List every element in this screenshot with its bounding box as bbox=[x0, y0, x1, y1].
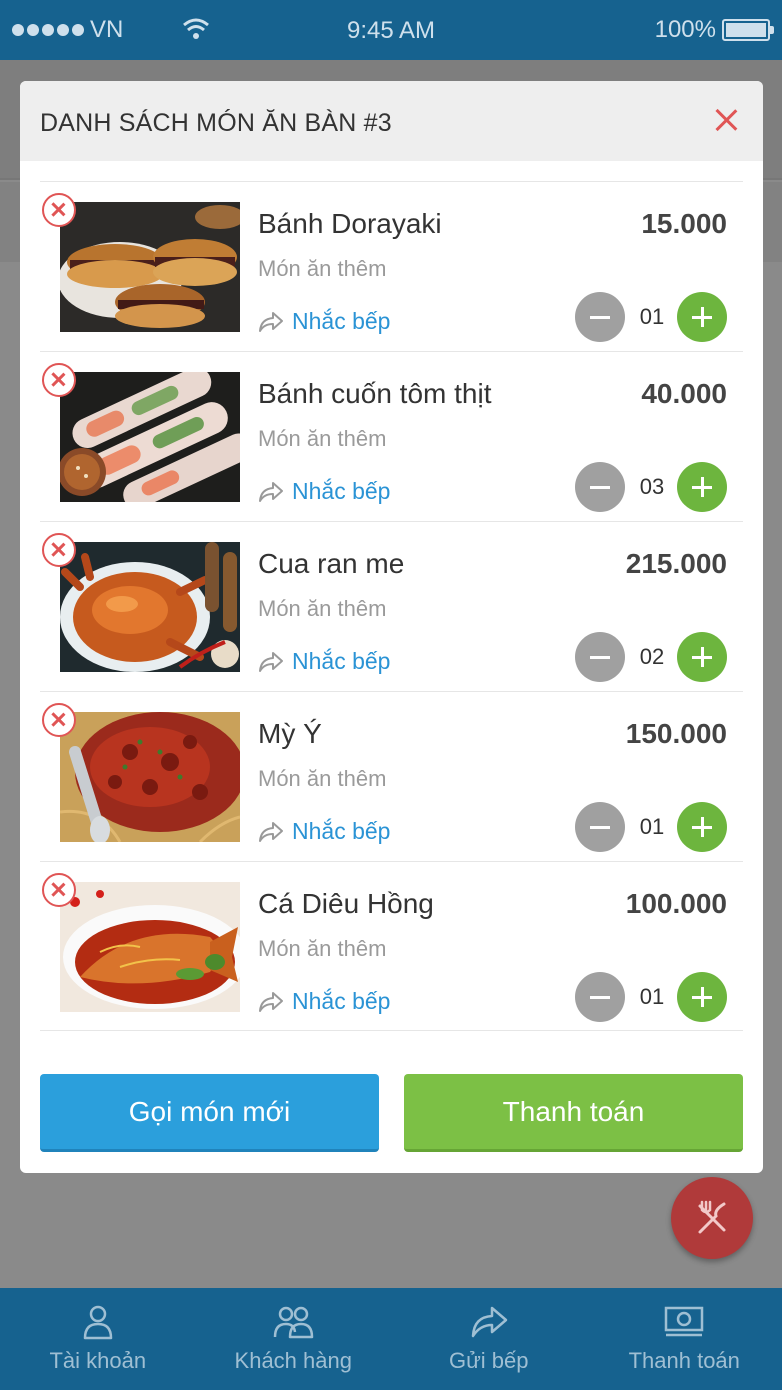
fork-knife-icon bbox=[698, 1200, 726, 1234]
remove-item-icon[interactable] bbox=[42, 703, 76, 737]
battery-percent: 100% bbox=[654, 16, 716, 43]
share-arrow-icon bbox=[259, 651, 283, 672]
share-arrow-icon bbox=[259, 821, 283, 842]
nav-label: Gửi bếp bbox=[448, 1348, 529, 1373]
item-quantity: 01 bbox=[639, 814, 665, 839]
nav-item-payment[interactable]: Thanh toán bbox=[587, 1288, 782, 1390]
item-quantity: 03 bbox=[639, 474, 665, 499]
nav-label: Tài khoản bbox=[49, 1348, 147, 1373]
item-quantity: 01 bbox=[639, 304, 665, 329]
item-name: Bánh cuốn tôm thịt bbox=[258, 378, 492, 409]
decrease-qty-button[interactable] bbox=[575, 632, 625, 682]
remove-item-icon[interactable] bbox=[42, 533, 76, 567]
increase-qty-button[interactable] bbox=[677, 632, 727, 682]
item-quantity: 02 bbox=[639, 644, 665, 669]
item-note: Món ăn thêm bbox=[258, 256, 387, 281]
item-note: Món ăn thêm bbox=[258, 426, 387, 451]
remind-label: Nhắc bếp bbox=[292, 648, 391, 674]
decrease-qty-button[interactable] bbox=[575, 972, 625, 1022]
food-image-dorayaki bbox=[60, 202, 240, 332]
item-note: Món ăn thêm bbox=[258, 766, 387, 791]
modal-header: DANH SÁCH MÓN ĂN BÀN #3 bbox=[20, 81, 763, 161]
status-bar: VN 9:45 AM 100% bbox=[0, 0, 782, 60]
order-item: Cua ran me 215.000 Món ăn thêm Nhắc bếp … bbox=[40, 521, 743, 691]
item-price: 100.000 bbox=[625, 888, 727, 919]
food-image-tamarind-crab bbox=[60, 542, 240, 672]
bottom-nav: Tài khoản Khách hàng Gửi bếp Thanh toán bbox=[0, 1288, 782, 1390]
item-name: Cá Diêu Hồng bbox=[258, 888, 434, 919]
nav-label: Khách hàng bbox=[234, 1348, 352, 1373]
remind-kitchen-link[interactable]: Nhắc bếp bbox=[258, 648, 390, 675]
food-image-red-tilapia bbox=[60, 882, 240, 1012]
money-icon bbox=[665, 1306, 704, 1337]
menu-fab-button[interactable] bbox=[671, 1177, 753, 1259]
nav-item-account[interactable]: Tài khoản bbox=[0, 1288, 196, 1390]
pay-button[interactable]: Thanh toán bbox=[404, 1074, 743, 1152]
user-icon bbox=[83, 1305, 112, 1340]
remove-item-icon[interactable] bbox=[42, 873, 76, 907]
increase-qty-button[interactable] bbox=[677, 802, 727, 852]
close-icon[interactable] bbox=[709, 103, 743, 137]
food-image-spaghetti bbox=[60, 712, 240, 842]
increase-qty-button[interactable] bbox=[677, 972, 727, 1022]
remind-kitchen-link[interactable]: Nhắc bếp bbox=[258, 988, 390, 1015]
share-arrow-icon bbox=[259, 311, 283, 332]
users-icon bbox=[274, 1306, 314, 1339]
decrease-qty-button[interactable] bbox=[575, 802, 625, 852]
item-price: 215.000 bbox=[625, 548, 727, 579]
share-arrow-icon bbox=[259, 991, 283, 1012]
increase-qty-button[interactable] bbox=[677, 462, 727, 512]
battery-icon bbox=[722, 19, 774, 41]
nav-label: Thanh toán bbox=[628, 1348, 740, 1373]
order-new-button[interactable]: Gọi món mới bbox=[40, 1074, 379, 1152]
remind-label: Nhắc bếp bbox=[292, 818, 391, 844]
item-price: 15.000 bbox=[641, 208, 727, 239]
modal-title: DANH SÁCH MÓN ĂN BÀN #3 bbox=[40, 109, 392, 137]
remind-kitchen-link[interactable]: Nhắc bếp bbox=[258, 818, 390, 845]
nav-item-send-kitchen[interactable]: Gửi bếp bbox=[391, 1288, 587, 1390]
order-item: Bánh cuốn tôm thịt 40.000 Món ăn thêm Nh… bbox=[40, 351, 743, 521]
item-note: Món ăn thêm bbox=[258, 596, 387, 621]
share-icon bbox=[471, 1306, 507, 1338]
remind-kitchen-link[interactable]: Nhắc bếp bbox=[258, 478, 390, 505]
item-name: Cua ran me bbox=[258, 548, 405, 579]
remind-label: Nhắc bếp bbox=[292, 478, 391, 504]
decrease-qty-button[interactable] bbox=[575, 292, 625, 342]
item-quantity: 01 bbox=[639, 984, 665, 1009]
increase-qty-button[interactable] bbox=[677, 292, 727, 342]
share-arrow-icon bbox=[259, 481, 283, 502]
item-name: Mỳ Ý bbox=[258, 718, 322, 749]
item-price: 150.000 bbox=[625, 718, 727, 749]
order-item: Mỳ Ý 150.000 Món ăn thêm Nhắc bếp 01 bbox=[40, 691, 743, 861]
remind-label: Nhắc bếp bbox=[292, 308, 391, 334]
remove-item-icon[interactable] bbox=[42, 193, 76, 227]
item-price: 40.000 bbox=[641, 378, 727, 409]
remove-item-icon[interactable] bbox=[42, 363, 76, 397]
decrease-qty-button[interactable] bbox=[575, 462, 625, 512]
order-items-list: Bánh Dorayaki 15.000 Món ăn thêm Nhắc bế… bbox=[40, 181, 743, 1031]
order-list-modal: DANH SÁCH MÓN ĂN BÀN #3 Bánh Dorayaki 15… bbox=[20, 81, 763, 1173]
food-image-spring-rolls bbox=[60, 372, 240, 502]
nav-item-customers[interactable]: Khách hàng bbox=[196, 1288, 392, 1390]
item-name: Bánh Dorayaki bbox=[258, 208, 442, 239]
order-item: Bánh Dorayaki 15.000 Món ăn thêm Nhắc bế… bbox=[40, 181, 743, 351]
order-item: Cá Diêu Hồng 100.000 Món ăn thêm Nhắc bế… bbox=[40, 861, 743, 1031]
battery-info: 100% bbox=[654, 16, 774, 44]
item-note: Món ăn thêm bbox=[258, 936, 387, 961]
remind-label: Nhắc bếp bbox=[292, 988, 391, 1014]
remind-kitchen-link[interactable]: Nhắc bếp bbox=[258, 308, 390, 335]
